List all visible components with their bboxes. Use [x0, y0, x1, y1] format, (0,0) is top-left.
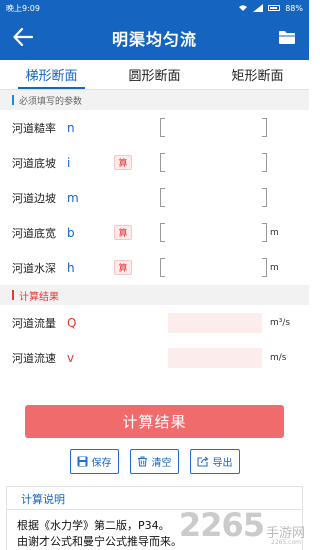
input-symbol: h: [67, 260, 75, 275]
status-time: 晚上9:09: [6, 3, 40, 13]
required-section-header: 必须填写的参数: [0, 90, 309, 110]
save-label: 保存: [91, 458, 112, 469]
roughness-input[interactable]: [160, 118, 267, 137]
input-row-bottom-width: 河道底宽 b 算 m: [0, 215, 309, 250]
result-label: 河道流量: [12, 316, 56, 330]
results-section-header: 计算结果: [0, 285, 309, 305]
input-symbol: i: [67, 155, 71, 170]
side-slope-input[interactable]: [160, 188, 267, 207]
tab-circular[interactable]: 圆形断面: [103, 60, 206, 89]
back-button[interactable]: [10, 24, 36, 50]
section-marker: [12, 95, 14, 105]
arrow-left-icon: [13, 28, 33, 46]
save-icon: [77, 456, 87, 467]
tab-rectangular[interactable]: 矩形断面: [206, 60, 309, 89]
required-section-title: 必须填写的参数: [19, 96, 83, 107]
results-section-title: 计算结果: [19, 291, 59, 303]
result-unit: m³/s: [270, 317, 291, 328]
water-depth-input[interactable]: [160, 258, 267, 277]
input-row-slope: 河道底坡 i 算: [0, 145, 309, 180]
input-row-depth: 河道水深 h 算 m: [0, 250, 309, 285]
calc-width-button[interactable]: 算: [114, 225, 132, 240]
input-symbol: n: [67, 120, 75, 135]
export-label: 导出: [212, 458, 233, 469]
calc-slope-button[interactable]: 算: [114, 155, 132, 170]
export-icon: [196, 456, 208, 467]
calc-depth-button[interactable]: 算: [114, 260, 132, 275]
input-symbol: b: [67, 225, 75, 240]
trash-icon: [137, 456, 147, 467]
calculate-button[interactable]: 计算结果: [25, 405, 284, 438]
input-label: 河道糙率: [12, 121, 56, 135]
section-marker: [12, 290, 14, 300]
input-label: 河道底宽: [12, 226, 56, 240]
input-label: 河道底坡: [12, 156, 56, 170]
clear-label: 清空: [151, 458, 172, 469]
save-button[interactable]: 保存: [69, 449, 119, 474]
wifi-icon: [239, 5, 248, 11]
export-button[interactable]: 导出: [189, 449, 240, 474]
slope-input[interactable]: [160, 153, 267, 172]
input-row-side-slope: 河道边坡 m: [0, 180, 309, 215]
tab-trapezoid[interactable]: 梯形断面: [0, 60, 103, 89]
action-buttons: 保存 清空 导出: [0, 449, 309, 474]
folder-icon: [279, 30, 295, 44]
status-bar: 晚上9:09 88%: [0, 0, 309, 16]
discharge-output: [168, 312, 262, 333]
clear-button[interactable]: 清空: [129, 449, 179, 474]
input-row-roughness: 河道糙率 n: [0, 110, 309, 145]
result-symbol: Q: [67, 315, 77, 330]
bottom-width-input[interactable]: [160, 223, 267, 242]
input-label: 河道水深: [12, 261, 56, 275]
page-title: 明渠均匀流: [111, 30, 197, 49]
watermark-number: 2265: [178, 506, 265, 544]
site-watermark: 2265 手游网 2265.com: [178, 506, 305, 546]
signal-icon: [253, 4, 264, 12]
result-row-discharge: 河道流量 Q m³/s: [0, 305, 309, 340]
velocity-output: [168, 347, 262, 368]
section-tabs: 梯形断面 圆形断面 矩形断面: [0, 60, 309, 90]
watermark-url: 2265.com: [271, 539, 301, 546]
input-symbol: m: [67, 190, 79, 205]
input-unit: m: [270, 262, 279, 273]
input-label: 河道边坡: [12, 191, 56, 205]
note-title: 计算说明: [21, 493, 65, 506]
result-symbol: v: [67, 350, 75, 365]
battery-level: 88%: [285, 3, 303, 13]
input-unit: m: [270, 227, 279, 238]
status-icons: 88%: [238, 4, 303, 13]
result-label: 河道流速: [12, 351, 56, 365]
app-bar: 明渠均匀流: [0, 16, 309, 60]
open-folder-button[interactable]: [275, 25, 299, 49]
result-unit: m/s: [270, 352, 287, 363]
result-row-velocity: 河道流速 v m/s: [0, 340, 309, 375]
battery-icon: [268, 5, 281, 11]
